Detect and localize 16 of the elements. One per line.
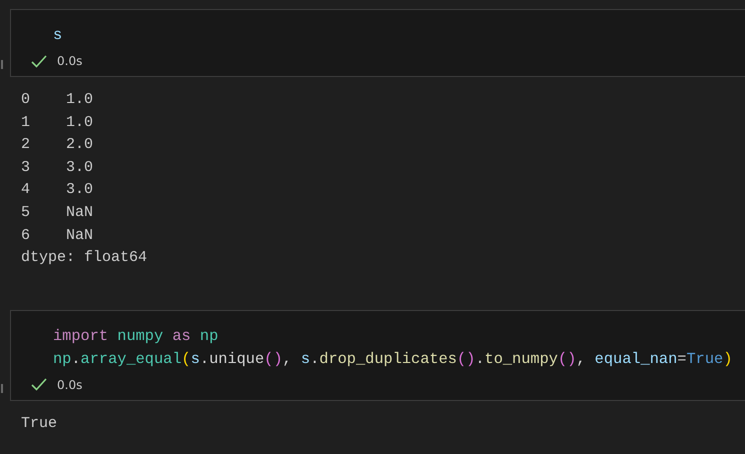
code-line: s: [53, 25, 64, 46]
output-line: 2 2.0: [21, 135, 94, 156]
execution-time: 0.0s: [57, 54, 82, 68]
output-line: dtype: float64: [21, 248, 148, 268]
output-line: 1 1.0: [21, 112, 94, 133]
cell-marker: [1, 384, 3, 393]
cell-marker: [1, 60, 3, 69]
code-line: import numpy as np: [53, 326, 220, 347]
execution-time: 0.0s: [57, 378, 82, 392]
output-line: 5 NaN: [21, 202, 94, 223]
code-line: np.array_equal(s.unique(), s.drop_duplicates().to_numpy(), equal_nan=True): [53, 348, 734, 370]
output-line: 6 NaN: [21, 226, 94, 246]
output-line: 3 3.0: [21, 158, 94, 178]
output-line: 0 1.0: [21, 90, 94, 110]
output-line: 4 3.0: [21, 180, 94, 200]
output-line: True: [21, 414, 58, 434]
